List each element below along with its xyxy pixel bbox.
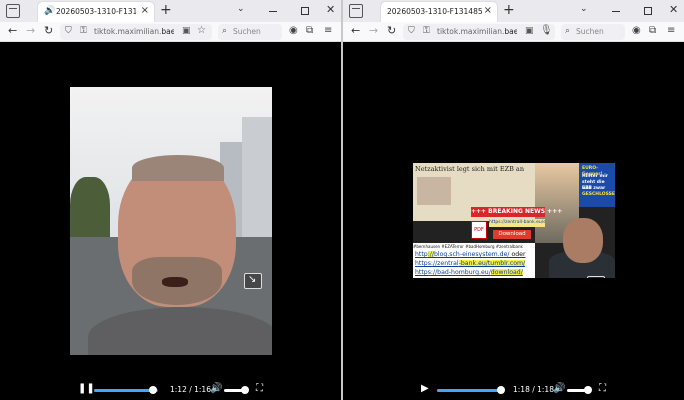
download-badge: Download [493,230,531,239]
volume-slider[interactable] [567,386,592,394]
url-text: tiktok.maximilian.baehring [437,27,517,36]
address-bar[interactable]: ⛉ ⚿ tiktok.maximilian.baehring ▣ ☆ [60,24,212,40]
hashtag-line: #bernhausen #EZATerror #badHomburg #zent… [413,243,535,250]
volume-icon[interactable]: 🔊 [210,383,222,394]
seek-progress [94,389,153,392]
person-hair [132,155,224,181]
volume-icon[interactable]: 🔊 [553,383,565,394]
tab-active[interactable]: 20260503-1310-F131485299076075 × [381,2,497,22]
link-panel: http://blog.sch-einesystem.de/ oder http… [413,250,535,278]
window-close-icon[interactable]: ✕ [669,3,678,16]
video-frame[interactable]: Netzaktivist legt sich mit EZB an EURO-G… [413,163,615,278]
minimize-icon[interactable] [612,11,620,12]
account-icon[interactable]: ◉ [289,25,298,36]
extensions-icon[interactable]: ⧉ [306,25,313,36]
video-controls: ❚❚ 1:12 / 1:16 🔊 ⛶ [70,380,272,400]
forward-arrow-icon[interactable]: → [369,24,378,37]
seek-bar[interactable] [437,386,505,394]
seek-thumb[interactable] [148,386,157,394]
video-frame[interactable] [70,87,272,355]
speaker-icon[interactable]: 🔊 [44,6,55,16]
nav-bar: ← → ↻ ⛉ ⚿ tiktok.maximilian.baehring ▣ ☆… [0,22,341,42]
close-icon[interactable]: × [484,5,492,16]
tab-strip: 20260503-1310-F131485299076075 × + ⌄ ✕ [343,0,684,22]
person-mouth [162,277,188,287]
address-bar[interactable]: ⛉ ⚿ tiktok.maximilian.baehring ▣ 🎙 [403,24,555,40]
back-arrow-icon[interactable]: ← [8,24,17,37]
maximize-icon[interactable] [301,7,309,15]
shield-icon[interactable]: ⛉ [65,26,72,36]
lock-icon[interactable]: ⚿ [423,26,430,36]
browser-window-left: 🔊 20260503-1310-F131485299076 × + ⌄ ✕ ← … [0,0,341,400]
breaking-news-banner: +++ BREAKING NEWS +++ [471,207,563,217]
back-arrow-icon[interactable]: ← [351,24,360,37]
volume-thumb[interactable] [241,386,249,394]
seek-bar[interactable] [94,386,158,394]
info-box-line: Hinter mir [582,174,608,179]
browser-window-right: 20260503-1310-F131485299076075 × + ⌄ ✕ ←… [343,0,684,400]
seek-progress [437,389,501,392]
banner-url: https://zentrall-bank.eu/ezb-fake [489,219,545,227]
reload-icon[interactable]: ↻ [44,24,53,37]
forward-arrow-icon[interactable]: → [26,24,35,37]
time-display: 1:12 / 1:16 [170,385,211,394]
person-face [563,218,603,263]
fullscreen-icon[interactable]: ⛶ [599,383,606,394]
tab-list-icon[interactable] [349,4,363,18]
tab-title: 20260503-1310-F131485299076 [56,7,136,16]
plus-icon[interactable]: + [160,2,172,18]
microphone-icon[interactable]: 🎙 [540,25,553,36]
search-placeholder: Suchen [576,27,604,36]
picture-in-picture-icon[interactable] [244,273,262,289]
reader-view-icon[interactable]: ▣ [525,26,534,36]
info-box: EURO-Gegner! Hinter mir steht die EZB un… [579,163,615,207]
link-line: http://blog.sch-einesystem.de/ oder [415,251,526,258]
nav-bar: ← → ↻ ⛉ ⚿ tiktok.maximilian.baehring ▣ 🎙… [343,22,684,42]
extensions-icon[interactable]: ⧉ [649,25,656,36]
shield-icon[interactable]: ⛉ [408,26,415,36]
link-line: https://zentral-bank.eu/tumblr.com/ [415,260,526,267]
tab-strip: 🔊 20260503-1310-F131485299076 × + ⌄ ✕ [0,0,341,22]
play-icon[interactable]: ▶ [421,383,429,394]
bookmark-star-icon[interactable]: ☆ [197,25,206,36]
volume-slider[interactable] [224,386,249,394]
minimize-icon[interactable] [269,11,277,12]
video-controls: ▶ 1:18 / 1:18 🔊 ⛶ [413,380,615,400]
tab-active[interactable]: 🔊 20260503-1310-F131485299076 × [38,2,154,22]
chevron-down-icon[interactable]: ⌄ [580,4,588,14]
search-box[interactable]: ⌕ Suchen [561,24,625,40]
chevron-down-icon[interactable]: ⌄ [237,4,245,14]
newspaper-headline: Netzaktivist legt sich mit EZB an [415,165,524,173]
seek-thumb[interactable] [497,386,505,394]
reader-view-icon[interactable]: ▣ [182,26,191,36]
maximize-icon[interactable] [644,7,652,15]
account-icon[interactable]: ◉ [632,25,641,36]
info-box-line: und zwar [582,186,606,191]
url-text: tiktok.maximilian.baehring [94,27,174,36]
search-box[interactable]: ⌕ Suchen [218,24,282,40]
pdf-icon: PDF [471,221,487,239]
tab-title: 20260503-1310-F131485299076075 [387,7,483,16]
menu-icon[interactable]: ≡ [324,25,332,36]
window-close-icon[interactable]: ✕ [326,3,335,16]
lock-icon[interactable]: ⚿ [80,26,87,36]
fullscreen-icon[interactable]: ⛶ [256,383,263,394]
info-box-line: GESCHLOSSEN! [582,192,615,197]
building [242,117,272,247]
pause-icon[interactable]: ❚❚ [78,383,95,394]
search-icon: ⌕ [565,26,571,36]
close-icon[interactable]: × [141,5,149,16]
search-placeholder: Suchen [233,27,261,36]
desktop: 🔊 20260503-1310-F131485299076 × + ⌄ ✕ ← … [0,0,684,400]
reload-icon[interactable]: ↻ [387,24,396,37]
picture-in-picture-icon[interactable] [587,276,605,278]
link-line: https://bad-homburg.eu/download/ [415,269,523,276]
volume-thumb[interactable] [584,386,592,394]
menu-icon[interactable]: ≡ [667,25,675,36]
search-icon: ⌕ [222,26,228,36]
newspaper-photo [417,177,451,205]
plus-icon[interactable]: + [503,2,515,18]
time-display: 1:18 / 1:18 [513,385,554,394]
tab-list-icon[interactable] [6,4,20,18]
